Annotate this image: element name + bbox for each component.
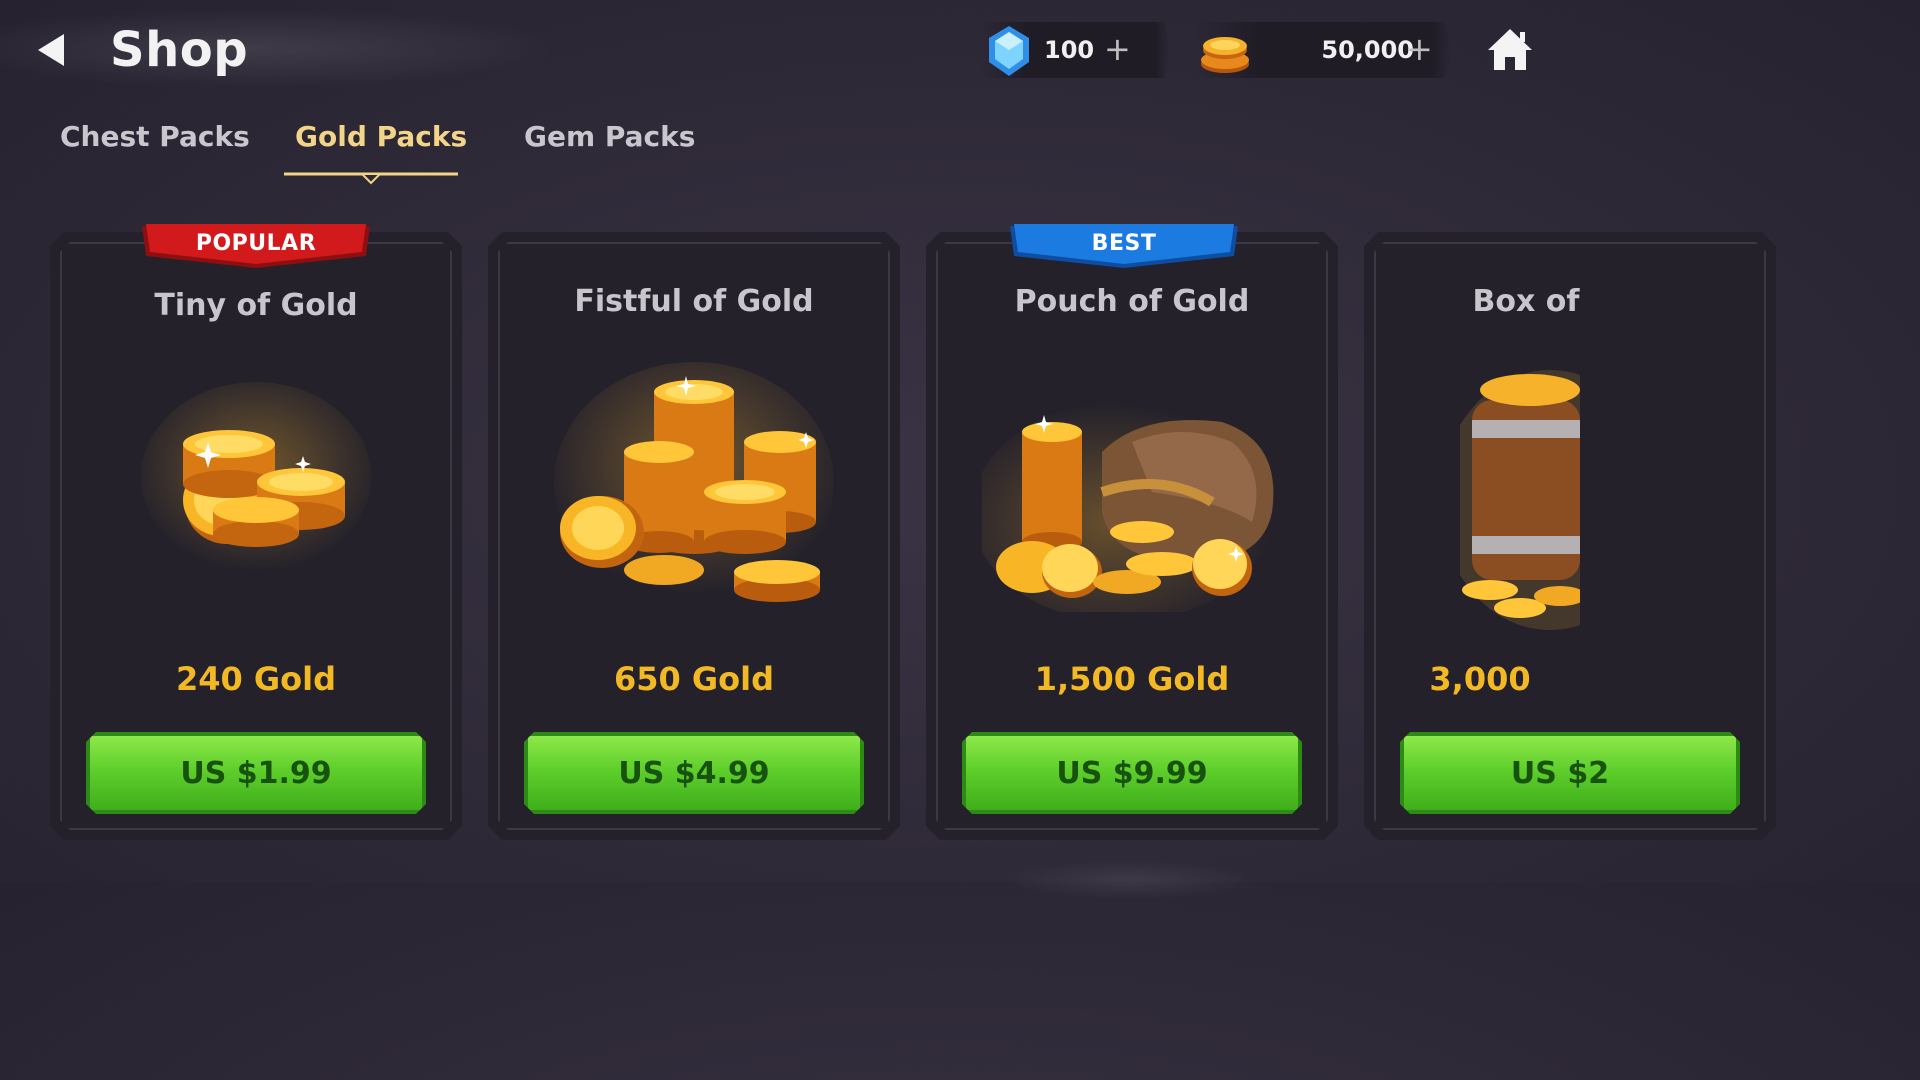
pack-card-box[interactable]: Box of 3,000 US $2 — [1364, 232, 1776, 840]
back-button[interactable] — [34, 30, 70, 70]
pack-card-fistful[interactable]: Fistful of Gold 650 Gold US $4.99 — [488, 232, 900, 840]
gold-stacks-icon — [554, 362, 834, 622]
pack-name: Pouch of Gold — [1014, 284, 1250, 319]
gold-balance: 50,000 + — [1196, 22, 1452, 78]
price-label: US $1.99 — [180, 756, 332, 791]
gold-amount-label: 1,500 Gold — [1034, 660, 1230, 698]
home-icon — [1488, 29, 1532, 70]
buy-button[interactable]: US $4.99 — [524, 732, 864, 814]
pack-card-tiny[interactable]: Tiny of Gold 240 Gold US $1.99 — [50, 232, 462, 840]
tab-gem-packs[interactable]: Gem Packs — [524, 120, 695, 153]
best-badge: BEST — [1010, 222, 1238, 270]
tab-chest-packs[interactable]: Chest Packs — [60, 120, 250, 153]
gold-barrel-icon — [1460, 360, 1580, 640]
pack-name: Tiny of Gold — [154, 288, 358, 323]
page-title: Shop — [110, 22, 249, 78]
bottom-glow — [1000, 860, 1260, 900]
home-button[interactable] — [1486, 26, 1534, 72]
price-label: US $4.99 — [618, 756, 770, 791]
buy-button[interactable]: US $1.99 — [86, 732, 426, 814]
buy-button[interactable]: US $9.99 — [962, 732, 1302, 814]
header-glow — [0, 8, 560, 88]
gem-amount: 100 — [1044, 36, 1095, 64]
gem-balance: 100 + — [980, 22, 1170, 78]
pack-name: Box of — [1472, 284, 1580, 319]
popular-badge: POPULAR — [142, 222, 370, 270]
buy-button[interactable]: US $2 — [1400, 732, 1740, 814]
price-label: US $9.99 — [1056, 756, 1208, 791]
price-label: US $2 — [1510, 756, 1610, 791]
back-arrow-icon — [38, 34, 64, 66]
gold-amount: 50,000 — [1321, 36, 1414, 64]
active-tab-indicator — [284, 172, 458, 185]
tab-gold-packs[interactable]: Gold Packs — [295, 120, 467, 153]
add-gems-button[interactable]: + — [1104, 30, 1131, 68]
gold-amount-label: 240 Gold — [175, 660, 337, 698]
badge-label: BEST — [1091, 231, 1157, 256]
small-gold-pile-icon — [141, 382, 371, 582]
pack-name: Fistful of Gold — [574, 284, 814, 319]
gem-icon — [989, 26, 1029, 76]
gold-pouch-icon — [982, 392, 1282, 612]
add-gold-button[interactable]: + — [1406, 30, 1433, 68]
gold-amount-label: 650 Gold — [613, 660, 775, 698]
badge-label: POPULAR — [195, 231, 317, 256]
pack-card-pouch[interactable]: Pouch of Gold 1,500 Gold US $9.99 — [926, 232, 1338, 840]
gold-coin-stack-icon — [1201, 37, 1249, 73]
